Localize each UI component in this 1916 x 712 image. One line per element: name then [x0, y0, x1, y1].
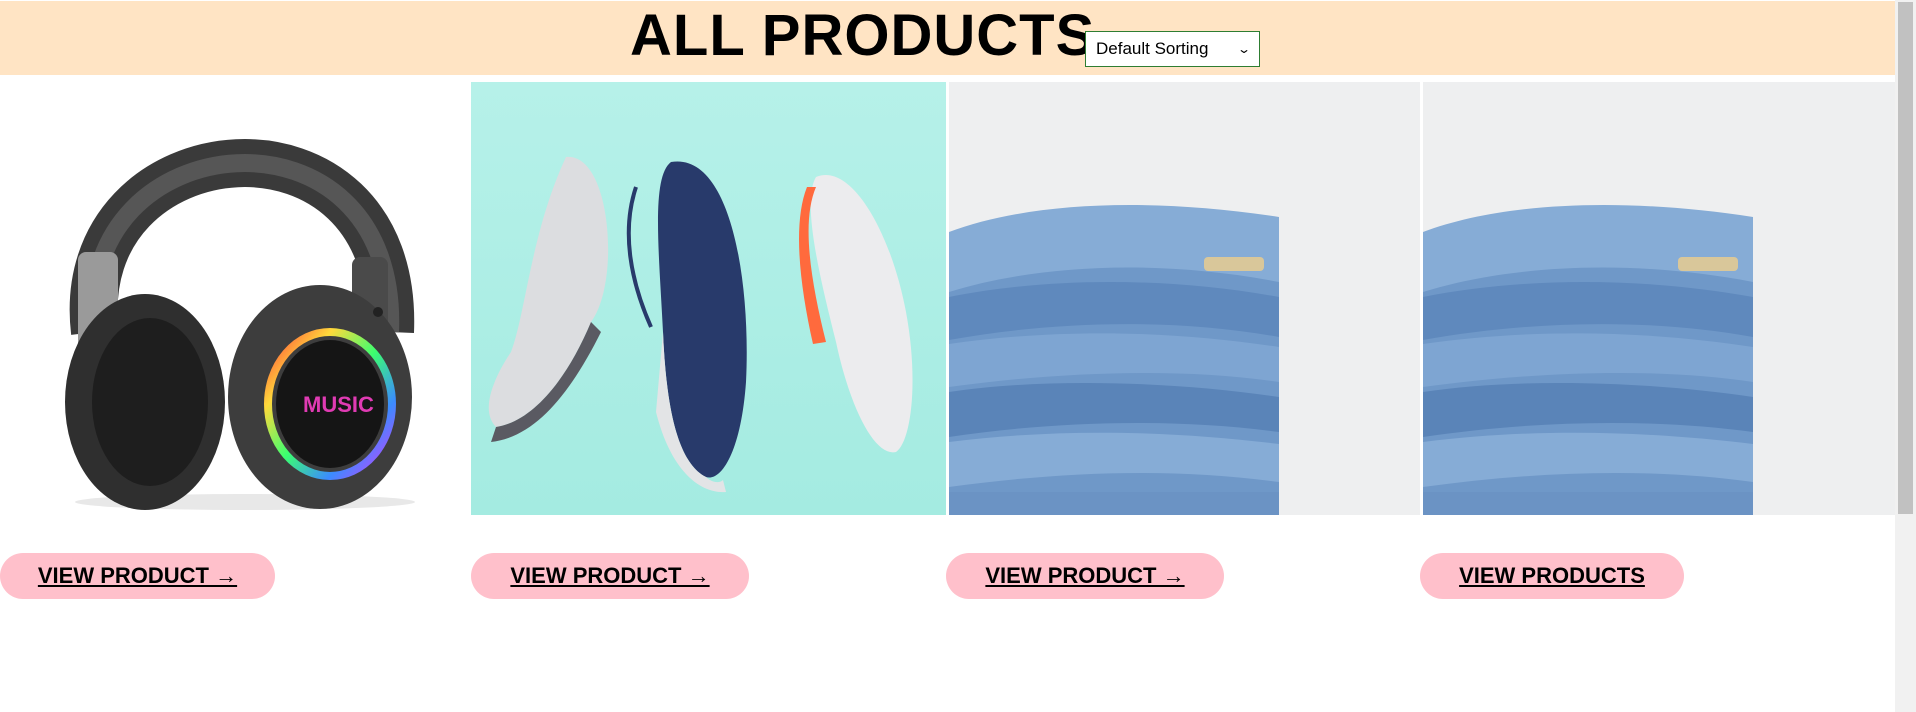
product-grid: MUSIC VIEW PRODUCT → VIEW PRODUCT → VIEW…: [0, 82, 1895, 682]
sort-selected-value: Default Sorting: [1096, 39, 1209, 58]
vertical-scrollbar[interactable]: [1895, 0, 1916, 712]
view-product-button[interactable]: VIEW PRODUCT →: [471, 553, 749, 599]
jeans-image[interactable]: [1423, 82, 1895, 515]
music-logo-text: MUSIC: [303, 392, 374, 417]
view-product-button[interactable]: VIEW PRODUCT →: [946, 553, 1224, 599]
chevron-down-icon: ⌄: [1236, 42, 1252, 56]
sort-select[interactable]: Default Sorting ⌄: [1085, 31, 1260, 67]
scrollbar-thumb[interactable]: [1898, 2, 1913, 514]
page-title: ALL PRODUCTS: [630, 3, 1096, 68]
view-product-button[interactable]: VIEW PRODUCT →: [0, 553, 275, 599]
sneakers-image[interactable]: [471, 82, 946, 515]
headphones-image[interactable]: MUSIC: [0, 82, 468, 515]
jeans-image[interactable]: [949, 82, 1420, 515]
view-products-button[interactable]: VIEW PRODUCTS: [1420, 553, 1684, 599]
page-header: ALL PRODUCTS Default Sorting ⌄: [0, 1, 1895, 75]
